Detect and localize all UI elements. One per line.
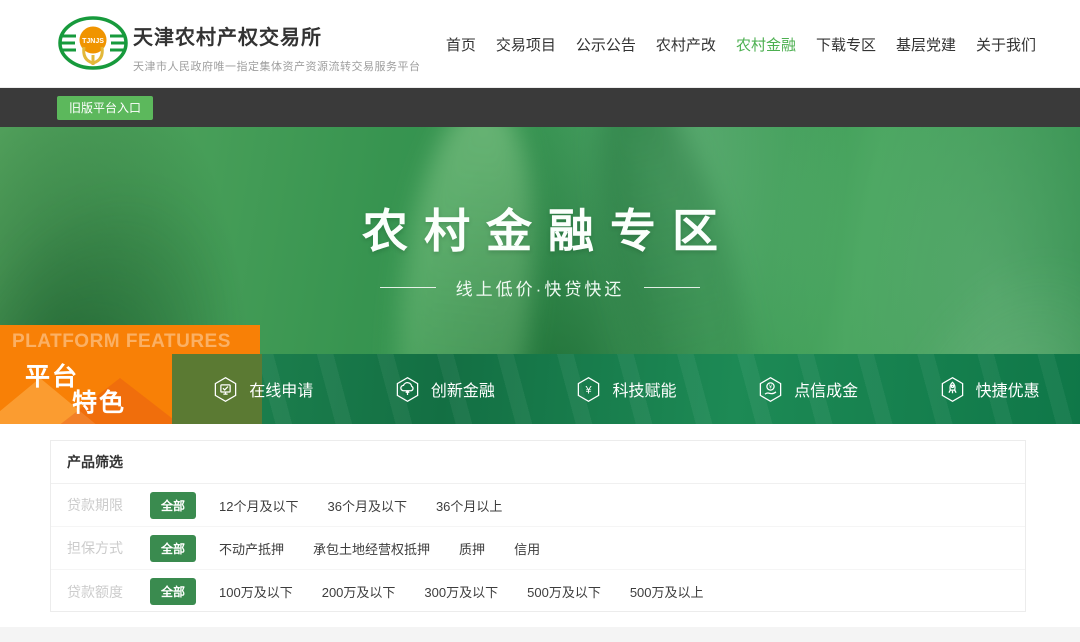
filter-option[interactable]: 36个月及以下	[327, 496, 406, 515]
product-filter-card: 产品筛选 贷款期限 全部 12个月及以下 36个月及以下 36个月以上 担保方式…	[50, 440, 1026, 612]
filter-option[interactable]: 不动产抵押	[219, 539, 284, 558]
filter-label-loan-amount: 贷款额度	[67, 582, 137, 602]
filter-label-loan-term: 贷款期限	[67, 495, 137, 515]
filter-row-loan-amount: 贷款额度 全部 100万及以下 200万及以下 300万及以下 500万及以下 …	[51, 570, 1025, 613]
online-apply-icon	[212, 376, 239, 403]
brand-title: 天津农村产权交易所	[133, 21, 421, 50]
site-header: TJNJS 天津农村产权交易所 天津市人民政府唯一指定集体资产资源流转交易服务平…	[0, 0, 1080, 88]
filter-option[interactable]: 承包土地经营权抵押	[313, 539, 430, 558]
brand-subtitle: 天津市人民政府唯一指定集体资产资源流转交易服务平台	[133, 58, 421, 74]
nav-item-announcements[interactable]: 公示公告	[576, 34, 636, 55]
features-title-line1: 平台	[25, 357, 79, 393]
filter-row-guarantee-type: 担保方式 全部 不动产抵押 承包土地经营权抵押 质押 信用	[51, 527, 1025, 570]
logo-emblem-icon: TJNJS	[57, 11, 129, 77]
nav-item-home[interactable]: 首页	[446, 34, 476, 55]
quick-discount-icon	[939, 376, 966, 403]
banner-title: 农村金融专区	[0, 195, 1080, 261]
subtitle-line-right	[644, 287, 700, 288]
filter-option[interactable]: 200万及以下	[322, 582, 396, 601]
tech-empowerment-icon: ¥	[575, 376, 602, 403]
tab-credit-gold[interactable]: ¥ 点信成金	[717, 354, 899, 424]
main-nav: 首页 交易项目 公示公告 农村产改 农村金融 下载专区 基层党建 关于我们	[446, 0, 1036, 88]
logo-badge-text: TJNJS	[82, 38, 104, 45]
filter-label-guarantee-type: 担保方式	[67, 538, 137, 558]
tab-online-apply[interactable]: 在线申请	[172, 354, 354, 424]
secondary-bar: 旧版平台入口	[0, 88, 1080, 127]
svg-text:¥: ¥	[585, 384, 593, 396]
filter-row-loan-term: 贷款期限 全部 12个月及以下 36个月及以下 36个月以上	[51, 484, 1025, 527]
credit-gold-icon: ¥	[757, 376, 784, 403]
filter-option[interactable]: 质押	[459, 539, 485, 558]
filter-option[interactable]: 12个月及以下	[219, 496, 298, 515]
filter-option[interactable]: 500万及以上	[630, 582, 704, 601]
features-eyebrow: PLATFORM FEATURES	[12, 331, 312, 353]
site-logo: TJNJS	[57, 11, 129, 82]
banner-subtitle: 线上低价·快贷快还	[456, 275, 625, 300]
nav-item-rural-reform[interactable]: 农村产改	[656, 34, 716, 55]
features-title-line2: 特色	[72, 383, 126, 419]
filter-option[interactable]: 100万及以下	[219, 582, 293, 601]
tab-quick-discount[interactable]: 快捷优惠	[898, 354, 1080, 424]
footer-strip	[0, 627, 1080, 642]
tab-label: 科技赋能	[612, 377, 676, 401]
banner-subtitle-row: 线上低价·快贷快还	[0, 275, 1080, 300]
filter-all-button[interactable]: 全部	[150, 535, 196, 562]
filter-all-button[interactable]: 全部	[150, 578, 196, 605]
tab-label: 创新金融	[431, 377, 495, 401]
tab-label: 点信成金	[794, 377, 858, 401]
filter-all-button[interactable]: 全部	[150, 492, 196, 519]
nav-item-about-us[interactable]: 关于我们	[976, 34, 1036, 55]
brand-block: 天津农村产权交易所 天津市人民政府唯一指定集体资产资源流转交易服务平台	[133, 21, 421, 74]
nav-item-downloads[interactable]: 下载专区	[816, 34, 876, 55]
tab-label: 在线申请	[249, 377, 313, 401]
filter-option[interactable]: 36个月以上	[436, 496, 502, 515]
tab-label: 快捷优惠	[976, 377, 1040, 401]
tab-tech-empowerment[interactable]: ¥ 科技赋能	[535, 354, 717, 424]
innovation-finance-icon	[394, 376, 421, 403]
filter-option[interactable]: 500万及以下	[527, 582, 601, 601]
filter-option[interactable]: 300万及以下	[424, 582, 498, 601]
filter-card-title: 产品筛选	[51, 441, 1025, 484]
tab-innovation-finance[interactable]: 创新金融	[354, 354, 536, 424]
filter-option[interactable]: 信用	[514, 539, 540, 558]
nav-item-rural-finance[interactable]: 农村金融	[736, 34, 796, 55]
nav-item-trade-projects[interactable]: 交易项目	[496, 34, 556, 55]
nav-item-party-building[interactable]: 基层党建	[896, 34, 956, 55]
subtitle-line-left	[380, 287, 436, 288]
feature-tab-strip: 在线申请 创新金融 ¥ 科技赋能	[172, 354, 1080, 424]
hero-banner: 农村金融专区 线上低价·快贷快还 在线申请	[0, 127, 1080, 424]
old-platform-entry-button[interactable]: 旧版平台入口	[57, 96, 153, 120]
